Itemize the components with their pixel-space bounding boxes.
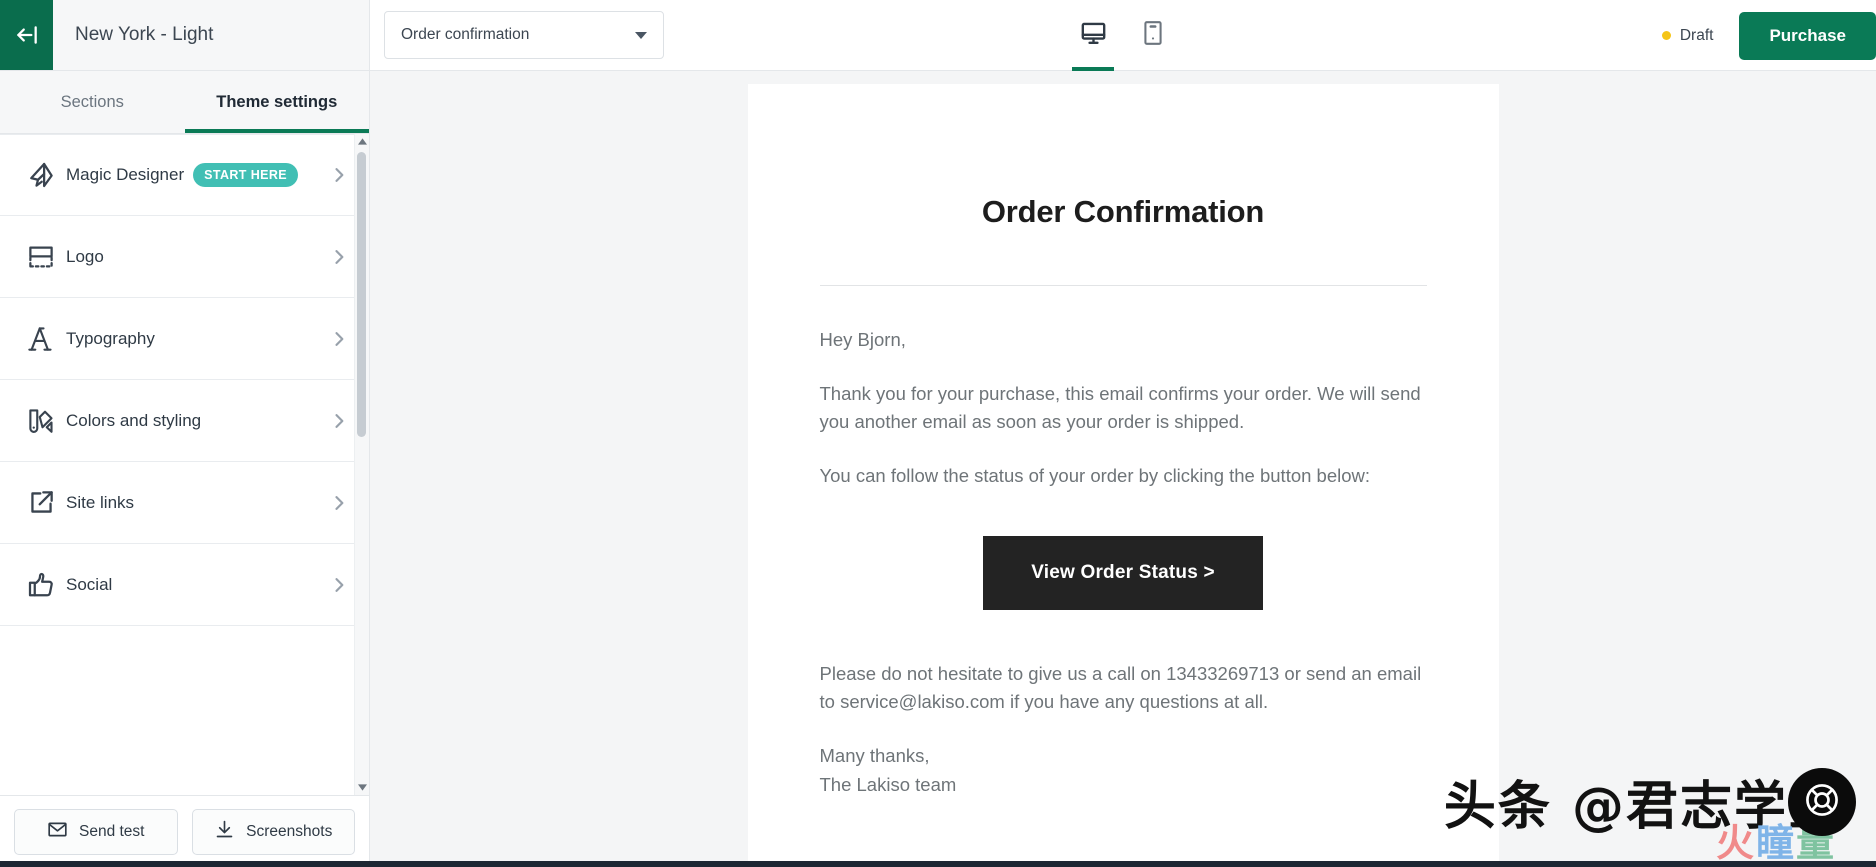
sidebar-footer: Send test Screenshots: [0, 795, 369, 867]
sidebar-item-social[interactable]: Social: [0, 544, 369, 626]
sidebar-item-label: Magic Designer: [66, 165, 185, 184]
sidebar-scroll-area: Magic Designer START HERE Logo Typograph…: [0, 134, 369, 795]
logo-placeholder-icon: [16, 242, 66, 272]
email-signoff-line-2: The Lakiso team: [819, 773, 957, 795]
sidebar-scrollbar-thumb[interactable]: [357, 152, 366, 437]
email-title: Order Confirmation: [981, 194, 1265, 229]
scroll-up-arrow[interactable]: [355, 134, 369, 149]
sidebar-nav-list: Magic Designer START HERE Logo Typograph…: [0, 134, 369, 626]
top-bar-right: Order confirmation Draft Purchase: [370, 0, 1876, 71]
screenshots-label: Screenshots: [246, 822, 333, 840]
tab-theme-settings[interactable]: Theme settings: [184, 71, 370, 133]
desktop-monitor-icon: [1080, 20, 1107, 52]
chevron-right-icon: [329, 165, 349, 185]
app-root: New York - Light Order confirmation Draf…: [0, 0, 1876, 867]
send-test-button[interactable]: Send test: [14, 808, 178, 855]
device-toggle-mobile[interactable]: [1132, 0, 1174, 71]
sidebar-item-label: Site links: [66, 492, 135, 512]
lifebuoy-help-icon: [1803, 781, 1841, 824]
magic-designer-icon: [16, 160, 66, 190]
scroll-down-arrow[interactable]: [355, 780, 369, 795]
email-cta-wrapper: View Order Status >: [820, 535, 1427, 610]
color-palette-icon: [16, 406, 66, 436]
theme-title: New York - Light: [53, 0, 370, 70]
body-wrapper: Sections Theme settings Magic Designer S…: [0, 71, 1876, 867]
bottom-strip: [0, 861, 1876, 867]
chevron-down-icon: [635, 31, 647, 39]
email-greeting: Hey Bjorn,: [819, 329, 906, 350]
download-icon: [214, 819, 235, 845]
email-paragraph-2: You can follow the status of your order …: [819, 465, 1371, 487]
purchase-button[interactable]: Purchase: [1739, 11, 1876, 60]
back-arrow-icon: [14, 22, 40, 48]
typography-a-icon: [16, 324, 66, 354]
sidebar-item-label: Typography: [66, 328, 155, 348]
email-divider: [819, 285, 1427, 286]
email-canvas: Order Confirmation Hey Bjorn, Thank you …: [747, 84, 1499, 867]
sidebar-item-label: Logo: [66, 246, 104, 266]
template-select[interactable]: Order confirmation: [384, 11, 664, 59]
thumbs-up-icon: [16, 570, 66, 600]
sidebar-item-magic-designer[interactable]: Magic Designer START HERE: [0, 134, 369, 216]
status-label: Draft: [1679, 26, 1714, 44]
start-here-badge: START HERE: [193, 163, 299, 187]
chevron-right-icon: [329, 329, 349, 349]
chevron-right-icon: [329, 411, 349, 431]
chevron-right-icon: [329, 247, 349, 267]
email-paragraph-1: Thank you for your purchase, this email …: [819, 382, 1421, 433]
sidebar-item-logo[interactable]: Logo: [0, 216, 369, 298]
device-toggle-group: [1072, 0, 1174, 71]
sidebar-item-site-links[interactable]: Site links: [0, 462, 369, 544]
sidebar-item-typography[interactable]: Typography: [0, 298, 369, 380]
back-button[interactable]: [0, 0, 53, 70]
help-fab-button[interactable]: [1788, 768, 1856, 836]
mobile-phone-icon: [1142, 20, 1164, 51]
send-test-label: Send test: [79, 822, 145, 840]
chevron-right-icon: [329, 493, 349, 513]
tab-sections[interactable]: Sections: [0, 71, 185, 133]
email-preview-pane: Order Confirmation Hey Bjorn, Thank you …: [370, 71, 1876, 867]
chevron-right-icon: [329, 575, 349, 595]
device-toggle-desktop[interactable]: [1072, 0, 1114, 71]
sidebar-item-label: Colors and styling: [66, 410, 202, 430]
email-body: Hey Bjorn, Thank you for your purchase, …: [820, 326, 1427, 799]
sidebar-tabs: Sections Theme settings: [0, 71, 369, 134]
top-bar: New York - Light Order confirmation Draf…: [0, 0, 1876, 71]
status-and-actions: Draft Purchase: [1661, 0, 1876, 71]
template-select-value: Order confirmation: [401, 26, 530, 43]
sidebar-item-label: Social: [66, 574, 113, 594]
email-paragraph-3: Please do not hesitate to give us a call…: [819, 662, 1422, 713]
sidebar-scrollbar[interactable]: [354, 134, 369, 795]
status-badge: Draft: [1661, 26, 1714, 45]
envelope-icon: [47, 819, 68, 845]
email-signoff-line-1: Many thanks,: [819, 745, 930, 767]
sidebar-item-colors-and-styling[interactable]: Colors and styling: [0, 380, 369, 462]
status-dot-icon: [1661, 31, 1671, 40]
screenshots-button[interactable]: Screenshots: [191, 808, 355, 855]
sidebar: Sections Theme settings Magic Designer S…: [0, 71, 370, 867]
external-link-icon: [16, 488, 66, 517]
view-order-status-button[interactable]: View Order Status >: [983, 535, 1263, 610]
